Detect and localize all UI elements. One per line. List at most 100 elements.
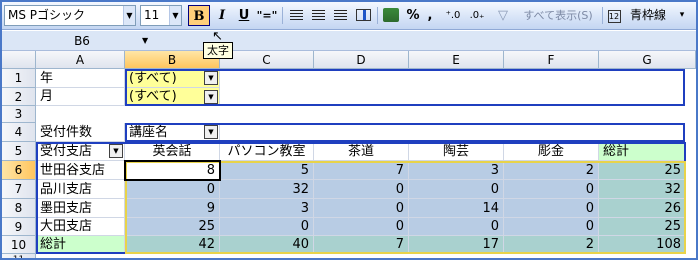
row-header-5[interactable]: 5	[2, 142, 36, 161]
data-cell[interactable]: 7	[314, 161, 409, 180]
italic-button[interactable]: I	[211, 5, 233, 26]
column-total-cell[interactable]: 42	[125, 236, 220, 254]
column-total-cell[interactable]: 2	[504, 236, 599, 254]
column-item: 彫金	[504, 142, 599, 161]
data-cell[interactable]: 0	[125, 180, 220, 199]
column-header-e[interactable]: E	[409, 51, 504, 69]
align-right-icon	[333, 10, 347, 21]
row-header-8[interactable]: 8	[2, 199, 36, 218]
grand-total-cell[interactable]: 108	[599, 236, 686, 254]
column-total-cell[interactable]: 40	[220, 236, 314, 254]
row-header-6[interactable]: 6	[2, 161, 36, 180]
column-total-cell[interactable]: 17	[409, 236, 504, 254]
data-cell[interactable]: 0	[504, 180, 599, 199]
data-cell[interactable]: 0	[314, 218, 409, 236]
data-field-label[interactable]: 受付件数	[36, 123, 125, 142]
formatting-toolbar: MS Pゴシック ▼ 11 ▼ B I U "=" % , ⁺.0 .0₊ ▽ …	[2, 2, 696, 30]
column-header-g[interactable]: G	[599, 51, 696, 69]
row-header-2[interactable]: 2	[2, 88, 36, 106]
currency-button[interactable]	[380, 5, 402, 26]
decrease-decimal-button[interactable]: .0₊	[466, 5, 488, 26]
data-cell[interactable]: 0	[409, 218, 504, 236]
column-header-d[interactable]: D	[314, 51, 409, 69]
merge-center-button[interactable]	[352, 5, 374, 26]
toolbar-options-icon[interactable]: ▾	[674, 5, 690, 26]
align-center-icon	[311, 10, 325, 21]
show-all-button[interactable]: すべて表示(S)	[514, 5, 602, 26]
data-cell[interactable]: 3	[220, 199, 314, 218]
data-cell[interactable]: 2	[504, 161, 599, 180]
row-header-10[interactable]: 10	[2, 236, 36, 254]
chevron-down-icon: ▼	[169, 6, 181, 25]
increase-decimal-button[interactable]: ⁺.0	[442, 5, 464, 26]
column-item: パソコン教室	[220, 142, 314, 161]
name-box-value: B6	[74, 34, 90, 48]
data-cell[interactable]: 32	[220, 180, 314, 199]
select-all-corner[interactable]	[2, 51, 36, 69]
align-left-button[interactable]	[286, 5, 306, 26]
row-total-cell[interactable]: 25	[599, 218, 686, 236]
data-cell[interactable]: 0	[220, 218, 314, 236]
filter-icon[interactable]: ▽	[494, 5, 512, 26]
font-name-select[interactable]: MS Pゴシック ▼	[4, 5, 136, 26]
row-header-11[interactable]: 11	[2, 254, 36, 258]
formula-bar: B6 ▼	[2, 31, 696, 51]
font-size-value: 11	[144, 8, 160, 22]
data-cell[interactable]: 0	[409, 180, 504, 199]
currency-icon	[383, 8, 399, 22]
column-item: 茶道	[314, 142, 409, 161]
data-cell[interactable]: 0	[504, 218, 599, 236]
data-cell[interactable]: 3	[409, 161, 504, 180]
data-cell-active[interactable]: 8	[125, 161, 220, 180]
column-item-total: 総計	[599, 142, 686, 161]
data-cell[interactable]: 9	[125, 199, 220, 218]
border-color-button[interactable]: 青枠線	[624, 5, 672, 26]
row-header-9[interactable]: 9	[2, 218, 36, 236]
data-cell[interactable]: 0	[504, 199, 599, 218]
calendar-icon[interactable]: 12	[606, 5, 622, 26]
column-header-c[interactable]: C	[220, 51, 314, 69]
chevron-down-icon[interactable]: ▼	[204, 125, 218, 139]
row-item: 大田支店	[36, 218, 125, 236]
column-header-a[interactable]: A	[36, 51, 125, 69]
bold-button[interactable]: B	[188, 5, 210, 26]
row-item: 品川支店	[36, 180, 125, 199]
font-name-value: MS Pゴシック	[8, 8, 86, 22]
row-item: 墨田支店	[36, 199, 125, 218]
merge-center-icon	[355, 9, 371, 21]
row-total-cell[interactable]: 26	[599, 199, 686, 218]
column-header-f[interactable]: F	[504, 51, 599, 69]
bold-tooltip: 太字	[203, 42, 233, 59]
row-total-cell[interactable]: 32	[599, 180, 686, 199]
font-size-select[interactable]: 11 ▼	[140, 5, 182, 26]
data-cell[interactable]: 14	[409, 199, 504, 218]
data-cell[interactable]: 0	[314, 199, 409, 218]
column-total-cell[interactable]: 7	[314, 236, 409, 254]
comma-button[interactable]: ,	[423, 5, 437, 26]
align-right-button[interactable]	[330, 5, 350, 26]
data-cell[interactable]: 0	[314, 180, 409, 199]
column-item: 陶芸	[409, 142, 504, 161]
row-header-4[interactable]: 4	[2, 123, 36, 142]
row-item: 世田谷支店	[36, 161, 125, 180]
underline-button[interactable]: U	[233, 5, 255, 26]
double-underline-button[interactable]: "="	[255, 5, 279, 26]
percent-button[interactable]: %	[404, 5, 422, 26]
toolbar-separator	[377, 7, 378, 24]
row-header-1[interactable]: 1	[2, 69, 36, 88]
row-header-7[interactable]: 7	[2, 180, 36, 199]
chevron-down-icon[interactable]: ▼	[109, 144, 123, 158]
row-total-cell[interactable]: 25	[599, 161, 686, 180]
chevron-down-icon[interactable]: ▼	[204, 90, 218, 104]
align-left-icon	[289, 10, 303, 21]
chevron-down-icon: ▼	[142, 36, 149, 45]
data-cell[interactable]: 5	[220, 161, 314, 180]
chevron-down-icon[interactable]: ▼	[204, 71, 218, 85]
align-center-button[interactable]	[308, 5, 328, 26]
name-box[interactable]: B6 ▼	[2, 32, 162, 50]
row-header-3[interactable]: 3	[2, 106, 36, 123]
column-item: 英会話	[125, 142, 220, 161]
grand-total-label: 総計	[36, 236, 125, 254]
data-cell[interactable]: 25	[125, 218, 220, 236]
chevron-down-icon: ▼	[123, 6, 135, 25]
